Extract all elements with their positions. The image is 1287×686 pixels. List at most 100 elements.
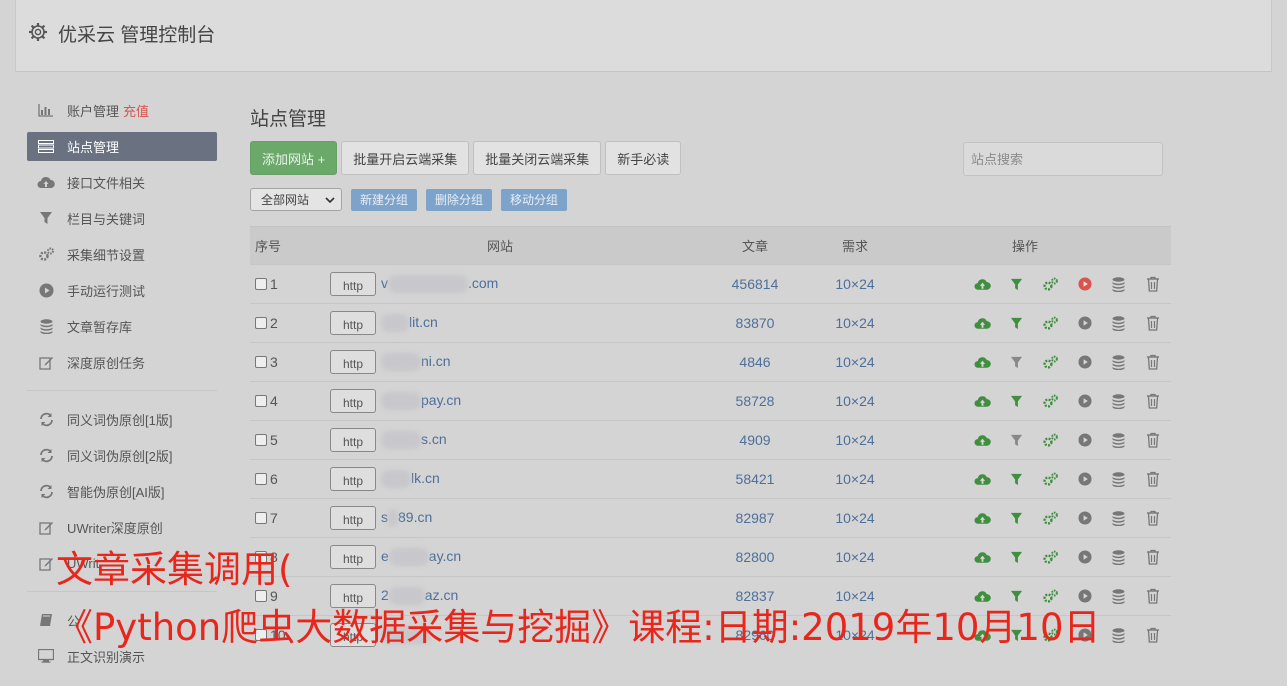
newbie-guide-button[interactable]: 新手必读: [605, 141, 682, 175]
cloud-upload-icon[interactable]: [965, 392, 999, 410]
play-circle-icon[interactable]: [1068, 431, 1102, 449]
protocol-badge[interactable]: http: [330, 389, 376, 413]
site-url-link[interactable]: v .com: [381, 275, 498, 294]
move-group-button[interactable]: 移动分组: [501, 188, 568, 211]
trash-icon[interactable]: [1136, 353, 1170, 371]
play-circle-icon[interactable]: [1068, 548, 1102, 566]
database-icon[interactable]: [1102, 626, 1136, 644]
article-count-link[interactable]: 58728: [720, 393, 790, 409]
trash-icon[interactable]: [1136, 587, 1170, 605]
demand-link[interactable]: 10×24: [790, 393, 920, 409]
gears-icon[interactable]: [1033, 509, 1067, 527]
sidebar-item-article-store[interactable]: 文章暂存库: [27, 308, 217, 344]
sidebar-item-sites[interactable]: 站点管理: [27, 132, 217, 161]
site-url-link[interactable]: lit.cn: [381, 314, 438, 333]
protocol-badge[interactable]: http: [330, 272, 376, 296]
gears-icon[interactable]: [1033, 548, 1067, 566]
trash-icon[interactable]: [1136, 509, 1170, 527]
sidebar-item-interface-files[interactable]: 接口文件相关: [27, 164, 217, 200]
trash-icon[interactable]: [1136, 392, 1170, 410]
trash-icon[interactable]: [1136, 626, 1170, 644]
demand-link[interactable]: 10×24: [790, 549, 920, 565]
gears-icon[interactable]: [1033, 392, 1067, 410]
row-checkbox[interactable]: [255, 278, 267, 290]
sidebar-item-synonym-v2[interactable]: 同义词伪原创[2版]: [27, 437, 217, 473]
cloud-upload-icon[interactable]: [965, 509, 999, 527]
protocol-badge[interactable]: http: [330, 506, 376, 530]
demand-link[interactable]: 10×24: [790, 315, 920, 331]
new-group-button[interactable]: 新建分组: [351, 188, 418, 211]
cloud-upload-icon[interactable]: [965, 353, 999, 371]
gears-icon[interactable]: [1033, 314, 1067, 332]
play-circle-icon[interactable]: [1068, 275, 1102, 293]
protocol-badge[interactable]: http: [330, 350, 376, 374]
play-circle-icon[interactable]: [1068, 509, 1102, 527]
group-select[interactable]: 全部网站: [250, 188, 342, 211]
add-site-button[interactable]: 添加网站 +: [250, 141, 338, 175]
database-icon[interactable]: [1102, 314, 1136, 332]
trash-icon[interactable]: [1136, 470, 1170, 488]
gears-icon[interactable]: [1033, 275, 1067, 293]
gears-icon[interactable]: [1033, 470, 1067, 488]
cloud-upload-icon[interactable]: [965, 470, 999, 488]
database-icon[interactable]: [1102, 548, 1136, 566]
database-icon[interactable]: [1102, 470, 1136, 488]
row-checkbox[interactable]: [255, 512, 267, 524]
gears-icon[interactable]: [1033, 353, 1067, 371]
filter-icon[interactable]: [999, 275, 1033, 293]
sidebar-item-account[interactable]: 账户管理 充值: [27, 92, 217, 128]
trash-icon[interactable]: [1136, 548, 1170, 566]
cloud-upload-icon[interactable]: [965, 431, 999, 449]
row-checkbox[interactable]: [255, 473, 267, 485]
protocol-badge[interactable]: http: [330, 428, 376, 452]
site-url-link[interactable]: e ay.cn: [381, 548, 461, 567]
row-checkbox[interactable]: [255, 434, 267, 446]
cloud-upload-icon[interactable]: [965, 314, 999, 332]
protocol-badge[interactable]: http: [330, 311, 376, 335]
filter-icon[interactable]: [999, 314, 1033, 332]
cloud-upload-icon[interactable]: [965, 548, 999, 566]
site-url-link[interactable]: s.cn: [381, 431, 447, 450]
filter-icon[interactable]: [999, 548, 1033, 566]
demand-link[interactable]: 10×24: [790, 510, 920, 526]
row-checkbox[interactable]: [255, 356, 267, 368]
site-url-link[interactable]: s 89.cn: [381, 509, 432, 528]
database-icon[interactable]: [1102, 509, 1136, 527]
article-count-link[interactable]: 82800: [720, 549, 790, 565]
play-circle-icon[interactable]: [1068, 392, 1102, 410]
sidebar-item-smart-ai[interactable]: 智能伪原创[AI版]: [27, 473, 217, 509]
gears-icon[interactable]: [1033, 431, 1067, 449]
delete-group-button[interactable]: 删除分组: [426, 188, 493, 211]
site-url-link[interactable]: ni.cn: [381, 353, 451, 372]
protocol-badge[interactable]: http: [330, 467, 376, 491]
demand-link[interactable]: 10×24: [790, 354, 920, 370]
database-icon[interactable]: [1102, 431, 1136, 449]
filter-icon[interactable]: [999, 431, 1033, 449]
database-icon[interactable]: [1102, 275, 1136, 293]
database-icon[interactable]: [1102, 353, 1136, 371]
play-circle-icon[interactable]: [1068, 314, 1102, 332]
play-circle-icon[interactable]: [1068, 470, 1102, 488]
demand-link[interactable]: 10×24: [790, 276, 920, 292]
filter-icon[interactable]: [999, 470, 1033, 488]
database-icon[interactable]: [1102, 392, 1136, 410]
recharge-link[interactable]: 充值: [123, 101, 149, 120]
protocol-badge[interactable]: http: [330, 545, 376, 569]
sidebar-item-collect-settings[interactable]: 采集细节设置: [27, 236, 217, 272]
filter-icon[interactable]: [999, 353, 1033, 371]
sidebar-item-columns-keywords[interactable]: 栏目与关键词: [27, 200, 217, 236]
trash-icon[interactable]: [1136, 314, 1170, 332]
article-count-link[interactable]: 82987: [720, 510, 790, 526]
cloud-upload-icon[interactable]: [965, 275, 999, 293]
sidebar-item-manual-test[interactable]: 手动运行测试: [27, 272, 217, 308]
play-circle-icon[interactable]: [1068, 353, 1102, 371]
demand-link[interactable]: 10×24: [790, 432, 920, 448]
trash-icon[interactable]: [1136, 431, 1170, 449]
article-count-link[interactable]: 83870: [720, 315, 790, 331]
batch-open-cloud-button[interactable]: 批量开启云端采集: [341, 141, 470, 175]
batch-close-cloud-button[interactable]: 批量关闭云端采集: [473, 141, 602, 175]
sidebar-item-synonym-v1[interactable]: 同义词伪原创[1版]: [27, 401, 217, 437]
article-count-link[interactable]: 4846: [720, 354, 790, 370]
site-url-link[interactable]: pay.cn: [381, 392, 461, 411]
trash-icon[interactable]: [1136, 275, 1170, 293]
